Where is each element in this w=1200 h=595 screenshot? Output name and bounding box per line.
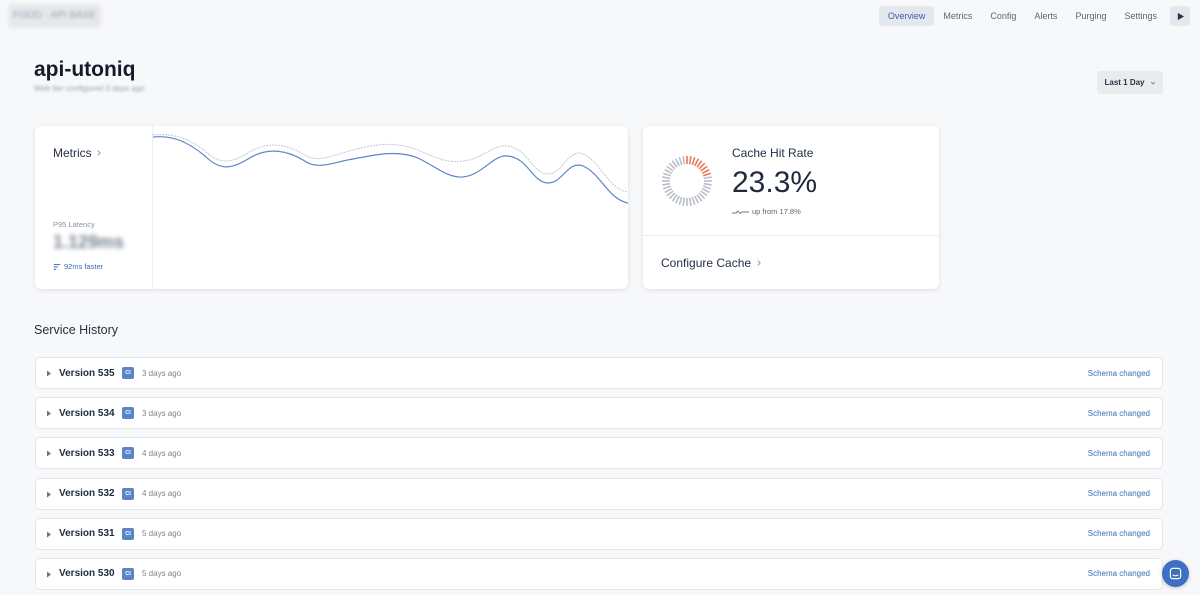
divider [643,235,939,236]
schema-changed-link[interactable]: Schema changed [1088,529,1150,538]
caret-right-icon[interactable] [46,491,52,498]
chevron-down-icon [1150,81,1155,84]
ci-badge: CI [122,447,134,460]
caret-right-icon[interactable] [46,571,52,578]
version-label: Version 531 [59,528,115,540]
tab-settings[interactable]: Settings [1115,6,1166,26]
time-range-dropdown[interactable]: Last 1 Day [1097,71,1163,94]
tab-alerts[interactable]: Alerts [1025,6,1066,26]
tab-metrics[interactable]: Metrics [934,6,981,26]
ring-tick-miss [688,197,692,206]
caret-right-icon[interactable] [46,370,52,377]
version-label: Version 530 [59,568,115,580]
trend-sparkline-icon [732,209,749,214]
cache-hit-rate-value: 23.3% [732,166,818,199]
ring-tick-hit [691,156,696,166]
chat-launcher-button[interactable] [1162,560,1189,587]
history-row[interactable]: Version 535 CI 3 days ago Schema changed [35,357,1163,389]
version-age: 4 days ago [142,489,182,499]
breadcrumb[interactable]: FOOD · API BASE [8,4,101,28]
latency-line [153,136,628,204]
p95-latency-value: 1.129ms [53,232,125,252]
configure-cache-link[interactable]: Configure Cache [661,256,763,270]
ci-badge: CI [122,407,134,420]
latency-delta: 92ms faster [53,262,103,271]
metrics-title: Metrics [53,146,92,160]
version-label: Version 533 [59,447,115,459]
metrics-summary: Metrics P95 Latency 1.129ms 92ms faster [35,126,153,289]
schema-changed-link[interactable]: Schema changed [1088,409,1150,418]
ring-tick-miss [703,182,712,186]
history-row[interactable]: Version 532 CI 4 days ago Schema changed [35,477,1163,510]
tab-config[interactable]: Config [981,6,1025,26]
ci-badge: CI [122,527,134,540]
ring-tick-miss [702,185,712,190]
latency-delta-text: 92ms faster [64,262,104,271]
metrics-link[interactable]: Metrics [53,146,103,160]
version-age: 5 days ago [142,569,182,579]
version-age: 4 days ago [142,448,182,458]
metrics-card: Metrics P95 Latency 1.129ms 92ms faster [35,126,628,289]
caret-right-icon[interactable] [46,531,52,538]
ring-tick-miss [682,197,686,206]
latency-ghost-line [153,134,628,193]
latency-sparkline [153,134,628,204]
history-row[interactable]: Version 530 CI 5 days ago Schema changed [35,557,1163,590]
caret-right-icon[interactable] [46,410,52,417]
ring-tick-miss [703,176,712,180]
tab-purging[interactable]: Purging [1066,6,1115,26]
cache-trend: up from 17.8% [732,207,801,216]
version-label: Version 534 [59,407,115,419]
play-icon [1177,12,1184,20]
schema-changed-link[interactable]: Schema changed [1088,569,1150,578]
cache-card: Cache Hit Rate 23.3% up from 17.8% Confi… [643,126,939,289]
schema-changed-link[interactable]: Schema changed [1088,489,1150,498]
version-age: 5 days ago [142,529,182,539]
version-age: 3 days ago [142,368,182,378]
p95-latency-label: P95 Latency [53,220,95,229]
play-button[interactable] [1170,6,1190,26]
ring-tick-hit [688,156,692,165]
page-title: api-utoniq [34,58,136,81]
version-label: Version 532 [59,488,115,500]
ring-tick-miss [662,172,672,177]
ring-tick-hit [702,172,712,177]
top-nav: Overview Metrics Config Alerts Purging S… [878,6,1190,26]
service-history-list: Version 535 CI 3 days ago Schema changed… [35,357,1163,595]
ring-tick-miss [678,196,683,206]
cache-hit-rate-title: Cache Hit Rate [732,146,814,160]
history-row[interactable]: Version 534 CI 3 days ago Schema changed [35,397,1163,430]
ring-tick-miss [662,176,671,180]
ci-badge: CI [122,567,134,580]
tab-overview[interactable]: Overview [878,6,935,26]
ring-tick-miss [691,196,696,206]
time-range-label: Last 1 Day [1104,78,1145,87]
page-subtitle: Web tier configured 3 days ago [34,84,145,93]
chat-icon [1169,567,1182,580]
schema-changed-link[interactable]: Schema changed [1088,369,1150,378]
cache-trend-text: up from 17.8% [752,207,801,216]
chevron-right-icon [97,150,101,156]
chevron-right-icon [757,260,761,266]
schema-changed-link[interactable]: Schema changed [1088,449,1150,458]
ring-tick-miss [662,182,671,186]
ci-badge: CI [122,487,134,500]
cache-hit-ring [662,156,712,206]
version-label: Version 535 [59,367,115,379]
ci-badge: CI [122,367,134,379]
version-age: 3 days ago [142,408,182,418]
service-history-title: Service History [34,323,119,337]
ring-tick-miss [682,156,686,165]
caret-right-icon[interactable] [46,450,52,457]
history-row[interactable]: Version 531 CI 5 days ago Schema changed [35,517,1163,550]
configure-cache-label: Configure Cache [661,256,752,270]
faster-icon [53,263,61,270]
ring-tick-miss [678,156,683,166]
history-row[interactable]: Version 533 CI 4 days ago Schema changed [35,437,1163,470]
ring-tick-miss [662,185,672,190]
